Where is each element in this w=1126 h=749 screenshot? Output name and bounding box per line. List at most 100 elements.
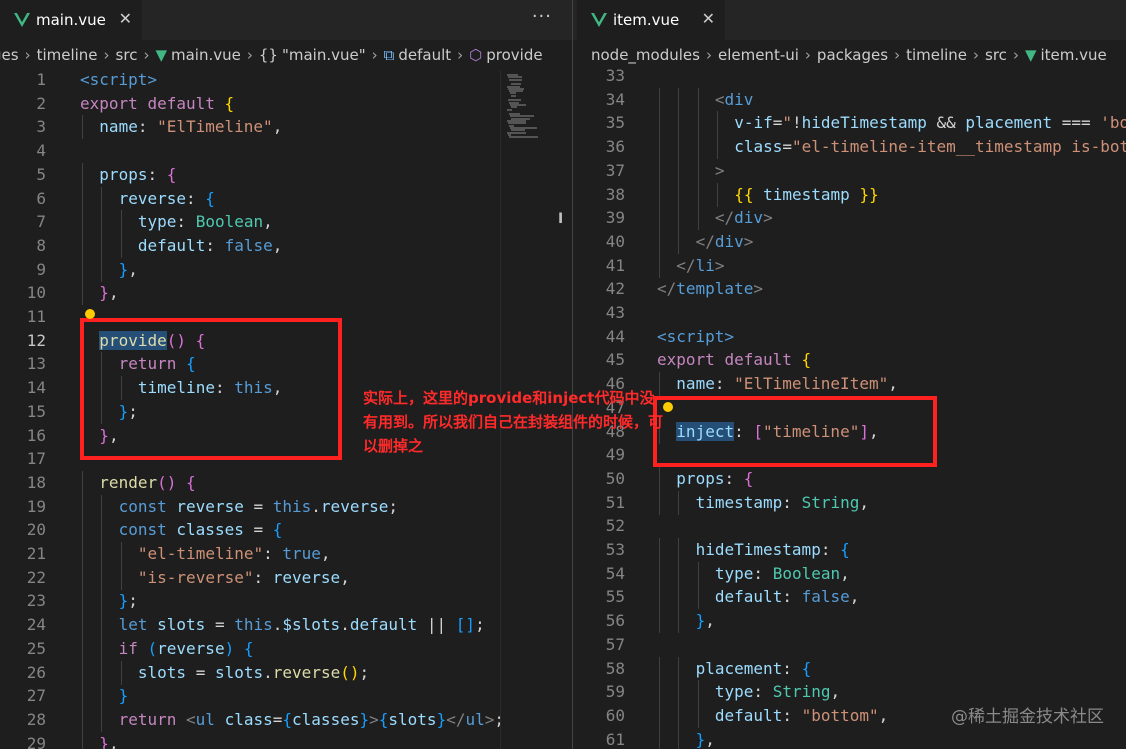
code-line[interactable]: 22 "is-reverse": reverse, [0, 565, 572, 590]
code-line[interactable]: 19 const reverse = this.reverse; [0, 494, 572, 519]
breadcrumb-item[interactable]: ▼ main.vue [155, 46, 240, 64]
code-text: return <ul class={classes}>{slots}</ul>; [119, 708, 504, 732]
code-line[interactable]: 24 let slots = this.$slots.default || []; [0, 613, 572, 638]
code-line[interactable]: 10}, [0, 281, 572, 306]
code-line[interactable]: 3 name: "ElTimeline", [0, 115, 572, 140]
text-cursor-icon: I [558, 211, 564, 227]
line-number: 39 [605, 208, 625, 228]
code-line[interactable]: 6 reverse: { [0, 186, 572, 211]
code-line[interactable]: 55 default: false, [573, 585, 1126, 610]
code-token: </ [657, 279, 677, 299]
close-icon[interactable]: ✕ [702, 9, 715, 28]
breadcrumb-item[interactable]: ⧉ default [384, 46, 452, 64]
code-line[interactable]: 39 </div> [573, 206, 1126, 231]
indent-guide [678, 158, 680, 183]
breadcrumb-item[interactable]: timeline [37, 46, 98, 64]
indent-guide [101, 613, 103, 638]
code-token: , [340, 567, 350, 587]
line-number: 26 [26, 662, 46, 682]
indent-guide [659, 680, 660, 705]
tab-main-vue[interactable]: main.vue ✕ [0, 0, 142, 40]
breadcrumb-label: "main.vue" [281, 46, 366, 64]
code-token: ; [359, 662, 370, 682]
code-line[interactable]: 23}; [0, 589, 572, 614]
code-line[interactable]: 18 render() { [0, 470, 572, 495]
code-line[interactable]: 59 type: String, [573, 680, 1126, 705]
code-line[interactable]: 33 [573, 64, 1126, 88]
code-line[interactable]: 36 class="el-timeline-item__timestamp is-… [573, 135, 1126, 160]
code-token: "ElTimeline" [157, 117, 273, 137]
code-line[interactable]: 21 "el-timeline": true, [0, 542, 572, 566]
code-line[interactable]: 5 props: { [0, 162, 572, 187]
code-token: props [676, 468, 725, 488]
indent-guide [82, 186, 83, 211]
module-icon: ⧉ [383, 46, 395, 64]
code-token: , [263, 212, 273, 232]
code-line[interactable]: 43 [573, 301, 1126, 325]
code-line[interactable]: 9}, [0, 257, 572, 282]
breadcrumb-item[interactable]: src [985, 46, 1007, 64]
code-token: = [782, 137, 792, 157]
close-icon[interactable]: ✕ [119, 9, 132, 28]
chevron-right-icon: › [973, 46, 980, 64]
more-actions-icon[interactable]: ··· [532, 6, 552, 27]
code-token: } [118, 686, 129, 706]
right-tab-bar: item.vue ✕ [573, 0, 1126, 40]
code-line[interactable]: 51 timestamp: String, [573, 490, 1126, 515]
code-line[interactable]: 50 props: { [573, 466, 1126, 491]
code-token: timestamp [695, 492, 783, 512]
breadcrumb-label: item.vue [1040, 46, 1107, 64]
vue-icon: ▼ [155, 46, 167, 64]
lightbulb-icon[interactable] [663, 402, 673, 412]
code-token: slots [214, 662, 264, 682]
code-text: export default { [80, 92, 234, 116]
code-line[interactable]: 37 > [573, 158, 1126, 183]
breadcrumb-item[interactable]: ▼ item.vue [1025, 46, 1107, 64]
code-line[interactable]: 4 [0, 139, 572, 163]
indent-guide [678, 680, 680, 705]
braces-icon: {} [258, 46, 278, 64]
code-line[interactable]: 52 [573, 514, 1126, 538]
breadcrumb-item[interactable]: src [116, 46, 138, 64]
code-token: class [734, 137, 783, 157]
tab-item-vue[interactable]: item.vue ✕ [577, 0, 725, 40]
code-line[interactable]: 56}, [573, 609, 1126, 634]
breadcrumb-item[interactable]: element-ui [718, 46, 799, 64]
code-line[interactable]: 25 if (reverse) { [0, 636, 572, 661]
code-line[interactable]: 41 </li> [573, 253, 1126, 278]
code-token: : [137, 117, 158, 137]
code-line[interactable]: 58 placement: { [573, 656, 1126, 681]
code-line[interactable]: 45 export default { [573, 348, 1126, 372]
code-line[interactable]: 42 </template> [573, 277, 1126, 301]
code-line[interactable]: 7 type: Boolean, [0, 210, 572, 235]
breadcrumb-item[interactable]: timeline [906, 46, 967, 64]
breadcrumb-item[interactable]: node_modules [591, 46, 700, 64]
lightbulb-icon[interactable] [85, 309, 95, 319]
breadcrumb-item[interactable]: ⬡ provide [469, 46, 542, 64]
code-line[interactable]: 20 const classes = { [0, 518, 572, 543]
code-line[interactable]: 53 hideTimestamp: { [573, 538, 1126, 562]
code-line[interactable]: 2 export default { [0, 92, 572, 116]
code-token: { [801, 350, 812, 370]
code-line[interactable]: 38 {{ timestamp }} [573, 182, 1126, 207]
code-line[interactable]: 35 v-if="!hideTimestamp && placement === … [573, 111, 1126, 136]
code-line[interactable]: 61}, [573, 727, 1126, 749]
cube-icon: ⬡ [469, 46, 483, 64]
code-line[interactable]: 57 [573, 633, 1126, 657]
breadcrumb-item[interactable]: ges [0, 46, 19, 64]
code-line[interactable]: 44 <script> [573, 325, 1126, 349]
code-token: : [820, 540, 841, 559]
code-line[interactable]: 29}, [0, 731, 572, 749]
code-line[interactable]: 28 return <ul class={classes}>{slots}</ul… [0, 707, 572, 732]
code-line[interactable]: 27} [0, 684, 572, 709]
code-token: : [263, 544, 283, 563]
code-line[interactable]: 34 <div [573, 87, 1126, 112]
code-line[interactable]: 1 <script> [0, 68, 572, 92]
code-line[interactable]: 8 default: false, [0, 233, 572, 258]
code-line[interactable]: 54 type: Boolean, [573, 561, 1126, 586]
code-token: export [657, 350, 715, 370]
code-line[interactable]: 26 slots = slots.reverse(); [0, 660, 572, 685]
code-line[interactable]: 40 </div> [573, 229, 1126, 254]
breadcrumb-item[interactable]: {} "main.vue" [259, 46, 366, 64]
breadcrumb-item[interactable]: packages [817, 46, 888, 64]
